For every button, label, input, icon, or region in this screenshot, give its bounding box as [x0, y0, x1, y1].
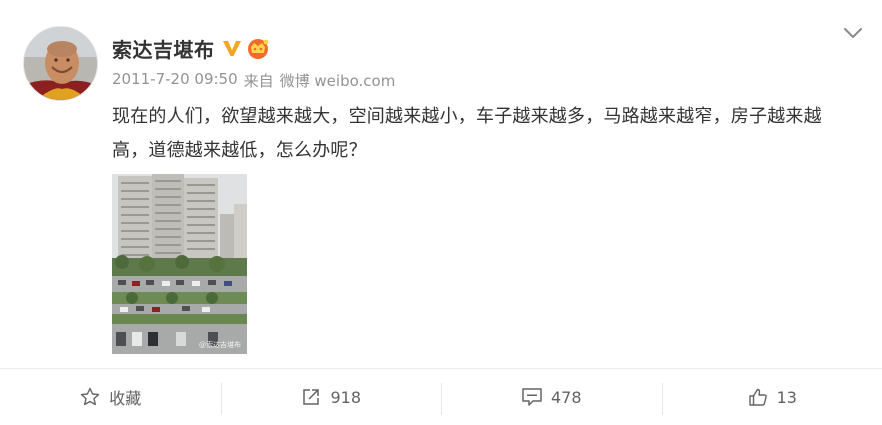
like-count: 13	[776, 387, 797, 407]
comment-count: 478	[550, 387, 582, 407]
avatar[interactable]	[23, 26, 98, 101]
verified-v-icon[interactable]	[221, 37, 243, 59]
member-crown-icon[interactable]	[246, 37, 270, 59]
weibo-post: 索达吉堪布 2011-7-20 09:50 来自 微博 weibo.com 现在…	[0, 0, 882, 425]
action-bar: 收藏 918 478 13	[0, 369, 882, 425]
share-arrow-icon	[300, 386, 322, 408]
post-header: 索达吉堪布	[112, 33, 270, 63]
comment-button[interactable]: 478	[441, 369, 662, 425]
post-source: 微博 weibo.com	[279, 72, 396, 90]
post-content: 现在的人们，欲望越来越大，空间越来越小，车子越来越多，马路越来越窄，房子越来越高…	[112, 106, 822, 161]
repost-button[interactable]: 918	[220, 369, 442, 425]
chevron-down-icon[interactable]	[842, 22, 864, 44]
thumbs-up-icon	[747, 386, 769, 408]
repost-count: 918	[330, 387, 362, 407]
post-timestamp[interactable]: 2011-7-20 09:50	[112, 70, 238, 91]
star-icon	[79, 386, 101, 408]
photo-image	[112, 174, 247, 354]
favorite-label: 收藏	[109, 389, 142, 408]
like-button[interactable]: 13	[661, 369, 882, 425]
author-name[interactable]: 索达吉堪布	[112, 34, 215, 63]
post-photo[interactable]: @索达吉堪布	[112, 174, 247, 354]
via-label: 来自	[243, 72, 274, 90]
favorite-button[interactable]: 收藏	[0, 369, 221, 425]
avatar-image	[24, 27, 97, 100]
photo-watermark: @索达吉堪布	[199, 341, 241, 349]
comment-icon	[521, 386, 543, 408]
post-meta: 2011-7-20 09:50 来自 微博 weibo.com	[112, 70, 395, 91]
